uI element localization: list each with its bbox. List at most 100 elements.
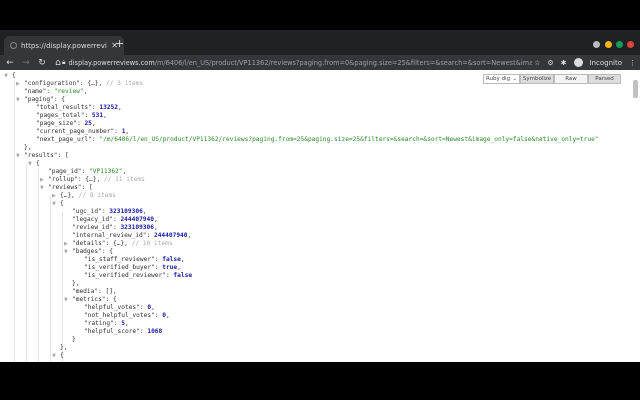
reload-icon[interactable]: ↻	[34, 58, 50, 68]
collapse-toggle-icon[interactable]: ▼	[52, 352, 56, 360]
json-comment: // 8 items	[78, 192, 116, 199]
minimize-button[interactable]	[605, 41, 612, 48]
json-comment: // 10 items	[131, 240, 173, 247]
json-line: {	[12, 72, 16, 80]
json-boolean: true	[162, 264, 178, 271]
extension-icon[interactable]: ⚙	[547, 59, 553, 67]
json-punct: ,	[83, 88, 88, 95]
json-key: "configuration"	[24, 80, 80, 87]
json-line: "legacy_id": 244407940,	[72, 216, 158, 224]
json-line: "rating": 5,	[84, 320, 129, 328]
json-comment: // 11 items	[103, 176, 145, 183]
close-window-button[interactable]	[627, 41, 634, 48]
json-key: "legacy_id"	[72, 216, 113, 223]
json-key: "is_verified_buyer"	[84, 264, 155, 271]
json-string: "review"	[53, 88, 84, 95]
json-line: "reviews": [	[48, 184, 93, 192]
json-key: "name"	[24, 88, 47, 95]
json-punct: },	[24, 144, 32, 151]
json-line: "is_staff_reviewer": false,	[84, 256, 185, 264]
mode-select[interactable]: Ruby dig ⌄	[483, 74, 520, 84]
json-line: "media": [],	[72, 288, 117, 296]
browser-tab[interactable]: https://display.powerreviews.com ✕	[4, 36, 124, 55]
indent-guide	[38, 168, 39, 362]
puzzle-icon[interactable]: ✱	[561, 59, 567, 67]
symbolize-button[interactable]: Symbolize	[520, 74, 554, 84]
json-line: },	[60, 344, 67, 352]
scrollbar[interactable]	[633, 80, 638, 98]
json-number: 531	[91, 112, 104, 119]
expand-toggle-icon[interactable]: ▶	[52, 192, 56, 200]
expand-toggle-icon[interactable]: ▶	[16, 80, 20, 88]
expand-toggle-icon[interactable]: ▶	[64, 240, 68, 248]
indent-guide	[50, 196, 51, 362]
json-line: "rollup": {…}, // 11 items	[48, 176, 145, 184]
json-number: 244407940	[120, 216, 154, 223]
forward-icon[interactable]: →	[18, 58, 34, 68]
json-string: "/m/6406/l/en_US/product/VP11362/reviews…	[99, 136, 599, 143]
screen-top-bar	[0, 0, 640, 30]
json-key: "review_id"	[72, 224, 113, 231]
json-boolean: false	[173, 272, 193, 279]
json-number: 244407940	[153, 232, 188, 239]
json-line: "next_page_url": "/m/6406/l/en_US/produc…	[36, 136, 599, 144]
json-line: "paging": {	[24, 96, 65, 104]
json-key: "not_helpful_votes"	[84, 312, 155, 319]
tab-strip: https://display.powerreviews.com ✕	[0, 30, 640, 55]
new-tab-button[interactable]: +	[115, 37, 124, 50]
json-line: "is_verified_buyer": true,	[84, 264, 181, 272]
json-key: "current_page_number"	[36, 128, 115, 135]
json-punct: ,	[142, 208, 147, 215]
json-key: "pages_total"	[36, 112, 85, 119]
json-punct: : {	[53, 96, 65, 103]
json-line: "page_id": "VP11362",	[48, 168, 126, 176]
json-number: 13252	[99, 104, 118, 111]
collapse-toggle-icon[interactable]: ▼	[64, 296, 68, 304]
raw-button[interactable]: Raw	[554, 74, 588, 84]
parsed-button[interactable]: Parsed	[588, 74, 621, 84]
json-punct: ,	[103, 112, 107, 119]
collapse-toggle-icon[interactable]: ▼	[64, 248, 68, 256]
profile-label[interactable]: Incognito	[590, 59, 622, 67]
json-key: "badges"	[72, 248, 102, 255]
collapse-toggle-icon[interactable]: ▼	[4, 72, 8, 80]
maximize-button[interactable]	[616, 41, 623, 48]
json-punct: ,	[151, 304, 155, 311]
back-icon[interactable]: ←	[2, 58, 18, 68]
collapse-toggle-icon[interactable]: ▼	[16, 96, 20, 104]
json-number: 323109306	[120, 224, 154, 231]
indent-guide	[26, 164, 27, 362]
json-key: "internal_review_id"	[72, 232, 147, 239]
json-punct: : {…},	[77, 176, 104, 183]
json-punct: ,	[125, 128, 130, 135]
json-punct: : [	[57, 152, 69, 159]
indent-guide	[62, 212, 63, 362]
expand-toggle-icon[interactable]: ▶	[40, 176, 44, 184]
json-key: "media"	[72, 288, 99, 295]
json-key: "rating"	[84, 320, 114, 327]
collapse-toggle-icon[interactable]: ▼	[52, 200, 56, 208]
collapse-toggle-icon[interactable]: ▼	[28, 160, 32, 168]
json-punct: :	[46, 88, 54, 95]
json-punct: ,	[125, 320, 129, 327]
json-line: "metrics": {	[72, 296, 117, 304]
address-bar[interactable]: 🔒︎ display.powerreviews.com/m/6406/l/en_…	[62, 57, 532, 68]
json-punct: {	[36, 160, 40, 167]
json-punct: ,	[153, 216, 158, 223]
json-boolean: false	[162, 256, 181, 263]
json-line: "helpful_score": 1068	[84, 328, 162, 336]
extension-icon[interactable]	[593, 41, 600, 48]
json-punct: :	[84, 112, 92, 119]
menu-icon[interactable]: ⋮	[629, 59, 636, 67]
collapse-toggle-icon[interactable]: ▼	[16, 152, 20, 160]
json-line: "is_verified_reviewer": false	[84, 272, 192, 280]
json-punct: {	[12, 72, 16, 79]
json-line: }	[72, 336, 76, 344]
collapse-toggle-icon[interactable]: ▼	[40, 184, 44, 192]
json-punct: : [],	[98, 288, 117, 295]
star-icon[interactable]: ☆	[534, 59, 540, 67]
json-line: "current_page_number": 1,	[36, 128, 129, 136]
tab-title: https://display.powerreviews.com	[21, 41, 107, 50]
json-key: "reviews"	[48, 184, 82, 191]
json-punct: ,	[165, 312, 170, 319]
